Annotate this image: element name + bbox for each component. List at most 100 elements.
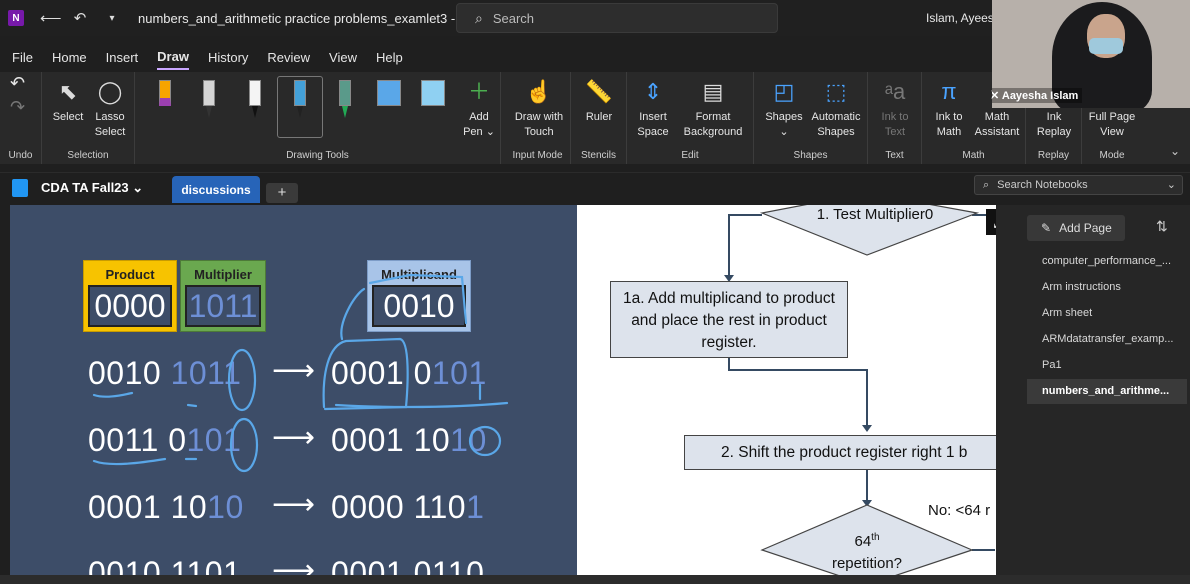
ink-to-math-label: Ink to Math bbox=[935, 111, 963, 138]
page-canvas[interactable]: Product 0000 Multiplier 1011 Multiplican… bbox=[10, 205, 996, 575]
mode-label: Mode bbox=[1099, 150, 1125, 161]
ink-to-text-label: Ink to Text bbox=[881, 111, 909, 138]
lasso-select-button[interactable]: ◯ Lasso Select bbox=[90, 78, 130, 140]
quick-access-chevron-icon[interactable]: ▾ bbox=[104, 13, 120, 24]
input-mode-group: ☝ Draw with Touch Input Mode bbox=[505, 72, 571, 164]
add-page-button[interactable]: ✎ Add Page bbox=[1027, 215, 1125, 241]
highlighter-blue[interactable] bbox=[375, 76, 403, 122]
select-label: Select bbox=[52, 111, 84, 123]
edit-group: ⇕ Insert Space ▤ Format Background Edit bbox=[627, 72, 754, 164]
webcam-name-label: ✕ Aayesha Islam bbox=[992, 88, 1083, 103]
redo-icon[interactable]: ↷ bbox=[10, 98, 25, 116]
format-background-icon: ▤ bbox=[702, 79, 724, 104]
window-title: numbers_and_arithmetic practice problems… bbox=[138, 10, 495, 26]
selection-group-label: Selection bbox=[67, 150, 109, 161]
sort-icon[interactable]: ⇅ bbox=[1156, 218, 1168, 235]
menu-home[interactable]: Home bbox=[52, 46, 87, 69]
add-page-icon: ✎ bbox=[1041, 221, 1052, 235]
chevron-down-icon[interactable]: ⌄ bbox=[1167, 178, 1176, 191]
chevron-down-icon: ⌄ bbox=[132, 180, 144, 195]
repetition-count: 64 bbox=[854, 533, 872, 550]
drawing-tools-label: Drawing Tools bbox=[286, 150, 349, 161]
pen-blue[interactable] bbox=[286, 76, 314, 122]
notebook-name-label: CDA TA Fall23 bbox=[41, 180, 129, 195]
onenote-app-icon: N bbox=[8, 10, 24, 26]
draw-with-touch-button[interactable]: ☝ Draw with Touch bbox=[509, 78, 569, 140]
embedded-slide: Product 0000 Multiplier 1011 Multiplican… bbox=[10, 205, 577, 575]
format-background-button[interactable]: ▤ Format Background bbox=[675, 78, 751, 140]
pen-galaxy[interactable] bbox=[331, 76, 359, 122]
search-notebooks-input[interactable]: ⌕ Search Notebooks ⌄ bbox=[974, 175, 1183, 195]
format-background-label: Format Background bbox=[683, 111, 743, 138]
menu-help[interactable]: Help bbox=[376, 46, 403, 69]
undo-icon[interactable]: ↶ bbox=[72, 9, 88, 27]
menu-draw[interactable]: Draw bbox=[157, 45, 189, 70]
edit-label: Edit bbox=[681, 150, 699, 161]
search-icon: ⌕ bbox=[983, 178, 990, 191]
ink-to-math-button[interactable]: π Ink to Math bbox=[928, 78, 970, 140]
automatic-shapes-button[interactable]: ⬚ Automatic Shapes bbox=[806, 78, 866, 140]
add-pen-button[interactable]: ＋ Add Pen ⌄ bbox=[461, 78, 497, 140]
test-multiplier-text: 1. Test Multiplier0 bbox=[816, 206, 934, 223]
automatic-shapes-label: Automatic Shapes bbox=[811, 111, 861, 138]
search-icon: ⌕ bbox=[475, 9, 483, 26]
menu-view[interactable]: View bbox=[329, 46, 357, 69]
shapes-label: Shapes bbox=[765, 111, 803, 123]
pen-orange[interactable] bbox=[151, 76, 179, 122]
pi-icon: π bbox=[941, 79, 957, 104]
search-notebooks-placeholder: Search Notebooks bbox=[997, 179, 1088, 191]
undo-icon[interactable]: ↶ bbox=[10, 74, 25, 92]
step-2-box: 2. Shift the product register right 1 b bbox=[684, 435, 996, 470]
full-page-view-label: Full Page View bbox=[1088, 111, 1136, 138]
page-item[interactable]: computer_performance_... bbox=[1042, 255, 1174, 267]
page-item[interactable]: Pa1 bbox=[1042, 359, 1174, 371]
menu-review[interactable]: Review bbox=[267, 46, 310, 69]
add-page-label: Add Page bbox=[1059, 221, 1112, 235]
add-section-button[interactable]: + bbox=[266, 183, 298, 203]
repetition-question: repetition? bbox=[831, 555, 903, 572]
select-button[interactable]: ⬉ Select bbox=[50, 78, 86, 125]
highlighter-light-blue[interactable] bbox=[419, 76, 447, 122]
shapes-icon: ◰ bbox=[773, 79, 795, 104]
face-mask bbox=[1089, 38, 1123, 54]
bottom-scroll-strip[interactable] bbox=[0, 575, 1190, 584]
draw-with-touch-label: Draw with Touch bbox=[514, 111, 564, 138]
menu-file[interactable]: File bbox=[12, 46, 33, 69]
ruler-label: Ruler bbox=[585, 111, 613, 123]
no-branch-label: No: <64 r bbox=[928, 502, 991, 519]
menu-history[interactable]: History bbox=[208, 46, 248, 69]
ruler-button[interactable]: 📏 Ruler bbox=[579, 78, 619, 125]
input-mode-label: Input Mode bbox=[512, 150, 563, 161]
ink-to-text-icon: ᵃa bbox=[884, 79, 906, 104]
search-box[interactable]: ⌕ Search bbox=[456, 3, 778, 33]
cursor-arrow-icon: ⬉ bbox=[58, 79, 78, 104]
insert-space-button[interactable]: ⇕ Insert Space bbox=[633, 78, 673, 140]
insert-space-icon: ⇕ bbox=[643, 79, 663, 104]
ink-replay-label: Ink Replay bbox=[1036, 111, 1072, 138]
pages-sidebar: ✎ Add Page ⇅ computer_performance_... Ar… bbox=[996, 205, 1190, 575]
lasso-icon: ◯ bbox=[97, 79, 123, 104]
notebook-icon bbox=[12, 179, 28, 197]
pen-black[interactable] bbox=[241, 76, 269, 122]
selection-group: ⬉ Select ◯ Lasso Select Selection bbox=[42, 72, 135, 164]
user-name[interactable]: Islam, Ayeesh bbox=[926, 11, 1000, 25]
notebook-name[interactable]: CDA TA Fall23 ⌄ bbox=[41, 180, 143, 196]
page-item[interactable]: ARMdatatransfer_examp... bbox=[1042, 333, 1174, 345]
undo-group: ↶ ↷ Undo bbox=[0, 72, 42, 164]
section-tab-discussions[interactable]: discussions bbox=[172, 176, 260, 203]
repetition-suffix: th bbox=[871, 532, 880, 543]
ink-to-text-button[interactable]: ᵃa Ink to Text bbox=[874, 78, 916, 140]
menu-insert[interactable]: Insert bbox=[106, 46, 139, 69]
shapes-button[interactable]: ◰ Shapes ⌄ bbox=[762, 78, 806, 140]
pen-black-highlighter[interactable] bbox=[195, 76, 223, 122]
menu-bar: File Home Insert Draw History Review Vie… bbox=[0, 44, 990, 70]
text-group: ᵃa Ink to Text Text bbox=[868, 72, 922, 164]
page-item[interactable]: Arm instructions bbox=[1042, 281, 1174, 293]
text-label: Text bbox=[885, 150, 904, 161]
search-placeholder: Search bbox=[492, 10, 535, 26]
lasso-select-label: Lasso Select bbox=[94, 111, 126, 138]
ribbon-collapse-chevron-icon[interactable]: ⌄ bbox=[1170, 144, 1180, 158]
page-item[interactable]: Arm sheet bbox=[1042, 307, 1174, 319]
back-icon[interactable]: ⟵ bbox=[40, 9, 62, 27]
page-item-selected[interactable]: numbers_and_arithme... bbox=[1027, 379, 1187, 404]
